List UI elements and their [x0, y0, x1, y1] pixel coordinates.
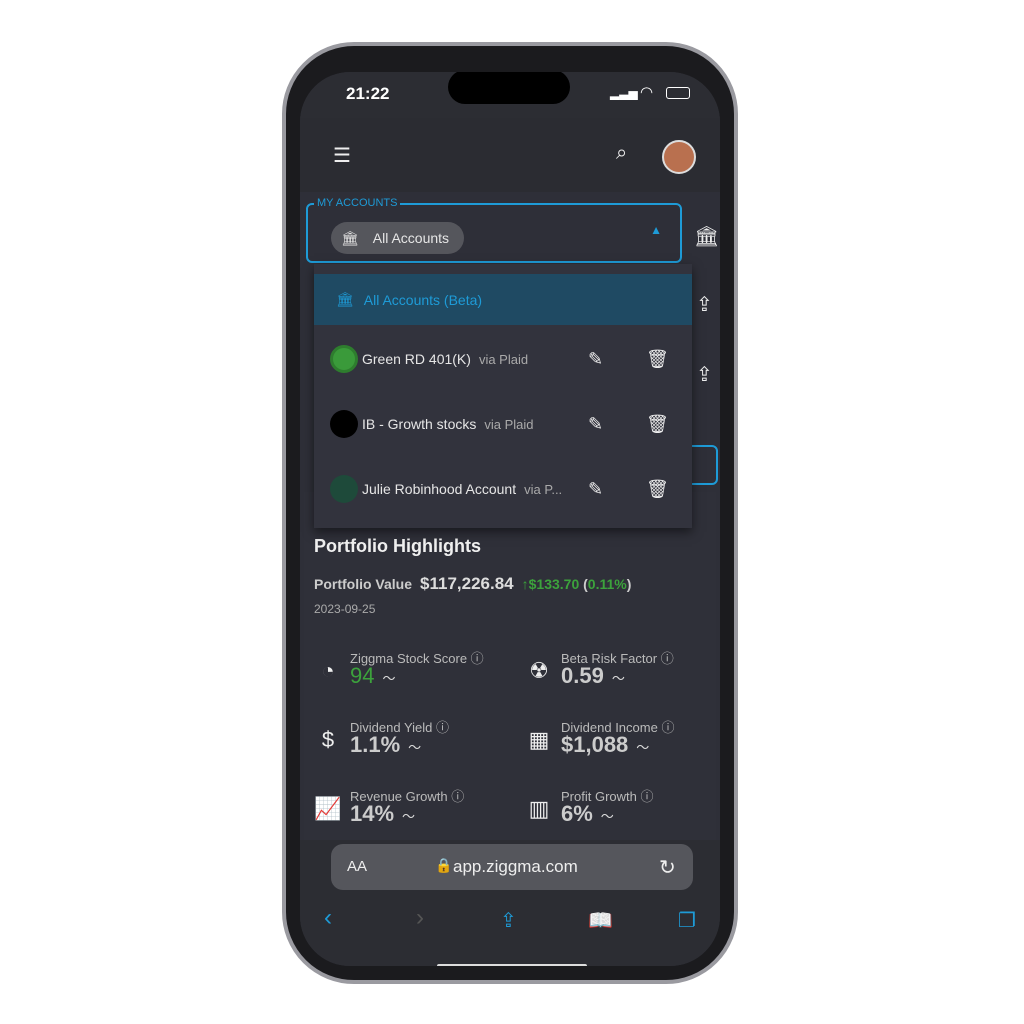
- metric-dividend-yield: $ Dividend Yield ⓘ 1.1% 〜: [314, 717, 514, 777]
- bank-icon: 🏛: [341, 229, 359, 246]
- status-time: 21:22: [346, 84, 390, 103]
- pencil-icon[interactable]: ✎: [588, 349, 603, 370]
- add-bank-icon[interactable]: 🏛: [694, 224, 719, 249]
- address-bar[interactable]: AA 🔒 app.ziggma.com ↻: [331, 844, 693, 890]
- back-icon[interactable]: ‹: [324, 904, 332, 932]
- chevron-up-icon[interactable]: ▲: [650, 223, 662, 237]
- metric-value: 1.1% 〜: [350, 732, 421, 758]
- value-label: Portfolio Value: [314, 576, 413, 592]
- info-icon[interactable]: ⓘ: [436, 720, 449, 735]
- radiation-icon: ☢: [529, 658, 549, 683]
- info-icon[interactable]: ⓘ: [661, 651, 674, 666]
- info-icon[interactable]: ⓘ: [661, 720, 674, 735]
- upload-icon[interactable]: ⇪: [696, 292, 713, 317]
- value-amount: $117,226.84: [420, 574, 514, 593]
- chip-label: All Accounts: [372, 230, 450, 246]
- trend-icon[interactable]: 〜: [636, 740, 649, 755]
- text-size-button[interactable]: AA: [347, 858, 367, 875]
- metric-value-text: 0.59: [561, 663, 604, 688]
- option-via: via P...: [524, 481, 563, 497]
- option-via: via Plaid: [484, 416, 534, 432]
- phone-screen: 21:22 ▂▃▅ ◠ ☰ ⌕ 🏛 ⇪ ⇪ ▲ MY ACCOUNTS 🏛 Al…: [300, 72, 720, 966]
- hamburger-icon[interactable]: ☰: [333, 143, 351, 168]
- dynamic-island: [448, 72, 570, 104]
- trend-icon[interactable]: 〜: [612, 671, 625, 686]
- bar-chart-icon: ▥: [528, 796, 550, 821]
- change-pct: 0.11%: [587, 576, 627, 592]
- trash-icon[interactable]: 🗑: [646, 479, 669, 500]
- info-icon[interactable]: ⓘ: [640, 789, 653, 804]
- selected-account-chip[interactable]: 🏛 All Accounts: [331, 222, 464, 254]
- option-label: Julie Robinhood Account: [362, 481, 517, 497]
- bookmarks-icon[interactable]: 📖: [588, 908, 613, 933]
- accounts-label: MY ACCOUNTS: [314, 197, 401, 209]
- hand-dollar-icon: $: [321, 727, 335, 752]
- metric-value: $1,088 〜: [561, 732, 649, 758]
- metric-revenue-growth: 📈 Revenue Growth ⓘ 14% 〜: [314, 786, 514, 846]
- metric-ziggma-stock-score: ◔ Ziggma Stock Score ⓘ 94 〜: [314, 648, 514, 708]
- tabs-icon[interactable]: ❐: [678, 908, 696, 933]
- upload-icon[interactable]: ⇪: [696, 362, 713, 387]
- app-bar: ☰ ⌕: [300, 118, 720, 192]
- value-date: 2023-09-25: [314, 602, 376, 616]
- share-icon[interactable]: ⇪: [500, 908, 517, 933]
- gauge-icon: ◔: [321, 658, 335, 683]
- account-logo: [330, 410, 358, 438]
- home-indicator: [437, 964, 587, 966]
- url-text: app.ziggma.com: [453, 857, 578, 876]
- metric-value-text: 1.1%: [350, 732, 401, 757]
- lock-icon: 🔒: [435, 857, 453, 873]
- account-option-all[interactable]: 🏛 All Accounts (Beta): [314, 274, 692, 325]
- trend-icon[interactable]: 〜: [601, 809, 614, 824]
- signal-icon: ▂▃▅: [610, 86, 638, 100]
- metric-value-text: 6%: [561, 801, 593, 826]
- battery-icon: [666, 87, 690, 99]
- trash-icon[interactable]: 🗑: [646, 349, 669, 370]
- avatar[interactable]: [662, 140, 696, 174]
- wifi-icon: ◠: [640, 84, 654, 101]
- option-label: All Accounts (Beta): [363, 291, 483, 308]
- metric-value-text: $1,088: [561, 732, 629, 757]
- pencil-icon[interactable]: ✎: [588, 479, 603, 500]
- change: ↑$133.70 (0.11%): [521, 576, 632, 592]
- metric-beta-risk-factor: ☢ Beta Risk Factor ⓘ 0.59 〜: [525, 648, 720, 708]
- option-label: IB - Growth stocks: [362, 416, 477, 432]
- trend-icon[interactable]: 〜: [402, 809, 415, 824]
- search-icon[interactable]: ⌕: [616, 142, 627, 165]
- option-label: Green RD 401(K): [362, 351, 471, 367]
- metric-value: 0.59 〜: [561, 663, 625, 689]
- account-option[interactable]: IB - Growth stocks via Plaid ✎ 🗑: [314, 392, 692, 456]
- status-bar: 21:22 ▂▃▅ ◠: [300, 72, 720, 118]
- info-icon[interactable]: ⓘ: [451, 789, 464, 804]
- account-option[interactable]: Green RD 401(K) via Plaid ✎ 🗑: [314, 327, 692, 391]
- line-chart-icon: 📈: [314, 796, 342, 821]
- metric-value-text: 14%: [350, 801, 395, 826]
- trend-icon[interactable]: 〜: [382, 671, 395, 686]
- metric-value: 6% 〜: [561, 801, 614, 827]
- metric-value-text: 94: [350, 663, 375, 688]
- trend-icon[interactable]: 〜: [408, 740, 421, 755]
- accounts-dropdown: 🏛 All Accounts (Beta) Green RD 401(K) via…: [314, 264, 692, 528]
- bank-icon: 🏛: [336, 291, 354, 307]
- reload-icon[interactable]: ↻: [659, 855, 676, 880]
- account-logo: [330, 475, 358, 503]
- forward-icon[interactable]: ›: [416, 904, 424, 932]
- account-logo: [330, 345, 358, 373]
- pencil-icon[interactable]: ✎: [588, 414, 603, 435]
- trash-icon[interactable]: 🗑: [646, 414, 669, 435]
- change-amount: $133.70: [528, 576, 580, 592]
- calculator-icon: ▦: [528, 727, 550, 752]
- option-via: via Plaid: [478, 351, 529, 367]
- info-icon[interactable]: ⓘ: [471, 651, 484, 666]
- section-title: Portfolio Highlights: [314, 536, 481, 556]
- metric-value: 94 〜: [350, 663, 396, 689]
- metric-profit-growth: ▥ Profit Growth ⓘ 6% 〜: [525, 786, 720, 846]
- metric-value: 14% 〜: [350, 801, 415, 827]
- metric-dividend-income: ▦ Dividend Income ⓘ $1,088 〜: [525, 717, 720, 777]
- portfolio-value: Portfolio Value $117,226.84 ↑$133.70 (0.…: [314, 574, 631, 594]
- account-option[interactable]: Julie Robinhood Account via P... ✎ 🗑: [314, 457, 692, 521]
